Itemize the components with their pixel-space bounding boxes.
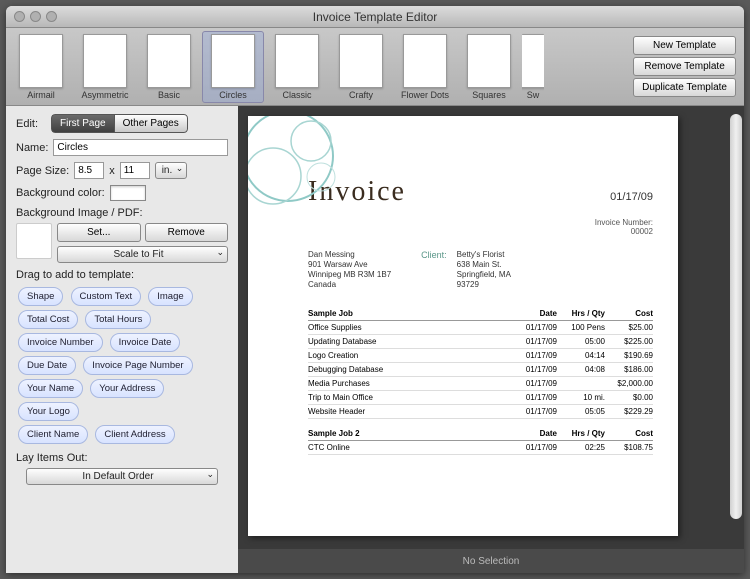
from-address[interactable]: Dan Messing 901 Warsaw Ave Winnipeg MB R…	[308, 250, 391, 289]
edit-label: Edit:	[16, 118, 46, 130]
bgimg-set-button[interactable]: Set...	[57, 223, 141, 242]
pill-client-address[interactable]: Client Address	[95, 425, 174, 444]
circles-artwork-icon	[248, 116, 363, 231]
page-height-input[interactable]	[120, 162, 150, 179]
inspector-sidebar: Edit: First Page Other Pages Name: Page …	[6, 106, 238, 573]
tab-first-page[interactable]: First Page	[51, 114, 114, 133]
client-label: Client:	[421, 250, 447, 289]
template-gallery: Airmail Asymmetric Basic Circles Classic…	[6, 28, 744, 106]
window-title: Invoice Template Editor	[6, 10, 744, 24]
invoice-table[interactable]: Sample JobDateHrs / QtyCost Office Suppl…	[248, 299, 678, 455]
new-template-button[interactable]: New Template	[633, 36, 736, 55]
pill-custom-text[interactable]: Custom Text	[71, 287, 142, 306]
table-row[interactable]: Logo Creation01/17/0904:14$190.69	[308, 349, 653, 363]
invnum-label: Invoice Number:	[595, 218, 653, 227]
bgcolor-well[interactable]	[110, 185, 146, 201]
pagesize-x: x	[109, 165, 115, 177]
template-airmail[interactable]: Airmail	[10, 32, 72, 102]
pill-your-address[interactable]: Your Address	[90, 379, 164, 398]
template-classic[interactable]: Classic	[266, 32, 328, 102]
pill-image[interactable]: Image	[148, 287, 192, 306]
table-row[interactable]: Trip to Main Office01/17/0910 mi.$0.00	[308, 391, 653, 405]
pill-shape[interactable]: Shape	[18, 287, 63, 306]
table-row[interactable]: Office Supplies01/17/09100 Pens$25.00	[308, 321, 653, 335]
pagesize-label: Page Size:	[16, 165, 69, 177]
bgimg-scale-popup[interactable]: Scale to Fit	[57, 246, 228, 263]
template-flower-dots[interactable]: Flower Dots	[394, 32, 456, 102]
pill-client-name[interactable]: Client Name	[18, 425, 88, 444]
client-block[interactable]: Client: Betty's Florist 638 Main St. Spr…	[421, 250, 511, 289]
pill-due-date[interactable]: Due Date	[18, 356, 76, 375]
token-area: Shape Custom Text Image Total Cost Total…	[16, 285, 228, 446]
pill-invoice-date[interactable]: Invoice Date	[110, 333, 181, 352]
tab-other-pages[interactable]: Other Pages	[114, 114, 188, 133]
duplicate-template-button[interactable]: Duplicate Template	[633, 78, 736, 97]
table-row[interactable]: CTC Online01/17/0902:25$108.75	[308, 441, 653, 455]
template-asymmetric[interactable]: Asymmetric	[74, 32, 136, 102]
invoice-page[interactable]: Invoice 01/17/09 Invoice Number: 00002 D…	[248, 116, 678, 536]
table-row[interactable]: Debugging Database01/17/0904:08$186.00	[308, 363, 653, 377]
template-basic[interactable]: Basic	[138, 32, 200, 102]
template-squares[interactable]: Squares	[458, 32, 520, 102]
template-circles[interactable]: Circles	[202, 31, 264, 103]
drag-label: Drag to add to template:	[16, 269, 228, 281]
app-window: Invoice Template Editor Airmail Asymmetr…	[6, 6, 744, 573]
unit-popup[interactable]: in.	[155, 162, 188, 179]
status-bar: No Selection	[238, 549, 744, 573]
pill-invoice-page-number[interactable]: Invoice Page Number	[83, 356, 192, 375]
bgimg-remove-button[interactable]: Remove	[145, 223, 229, 242]
pill-your-name[interactable]: Your Name	[18, 379, 83, 398]
name-input[interactable]	[53, 139, 228, 156]
vertical-scrollbar[interactable]	[730, 114, 742, 519]
pill-invoice-number[interactable]: Invoice Number	[18, 333, 103, 352]
remove-template-button[interactable]: Remove Template	[633, 57, 736, 76]
invoice-date[interactable]: 01/17/09	[610, 191, 653, 203]
layout-label: Lay Items Out:	[16, 452, 228, 464]
table-row[interactable]: Media Purchases01/17/09$2,000.00	[308, 377, 653, 391]
layout-popup[interactable]: In Default Order	[26, 468, 218, 485]
table-row[interactable]: Website Header01/17/0905:05$229.29	[308, 405, 653, 419]
pill-total-cost[interactable]: Total Cost	[18, 310, 78, 329]
preview-pane: Invoice 01/17/09 Invoice Number: 00002 D…	[238, 106, 744, 573]
name-label: Name:	[16, 142, 48, 154]
invnum-value[interactable]: 00002	[631, 227, 653, 236]
pill-total-hours[interactable]: Total Hours	[85, 310, 151, 329]
bgimg-well[interactable]	[16, 223, 52, 259]
bgcolor-label: Background color:	[16, 187, 105, 199]
bgimg-label: Background Image / PDF:	[16, 207, 228, 219]
titlebar[interactable]: Invoice Template Editor	[6, 6, 744, 28]
page-width-input[interactable]	[74, 162, 104, 179]
template-crafty[interactable]: Crafty	[330, 32, 392, 102]
table-row[interactable]: Updating Database01/17/0905:00$225.00	[308, 335, 653, 349]
template-sw[interactable]: Sw	[522, 32, 544, 102]
pill-your-logo[interactable]: Your Logo	[18, 402, 79, 421]
